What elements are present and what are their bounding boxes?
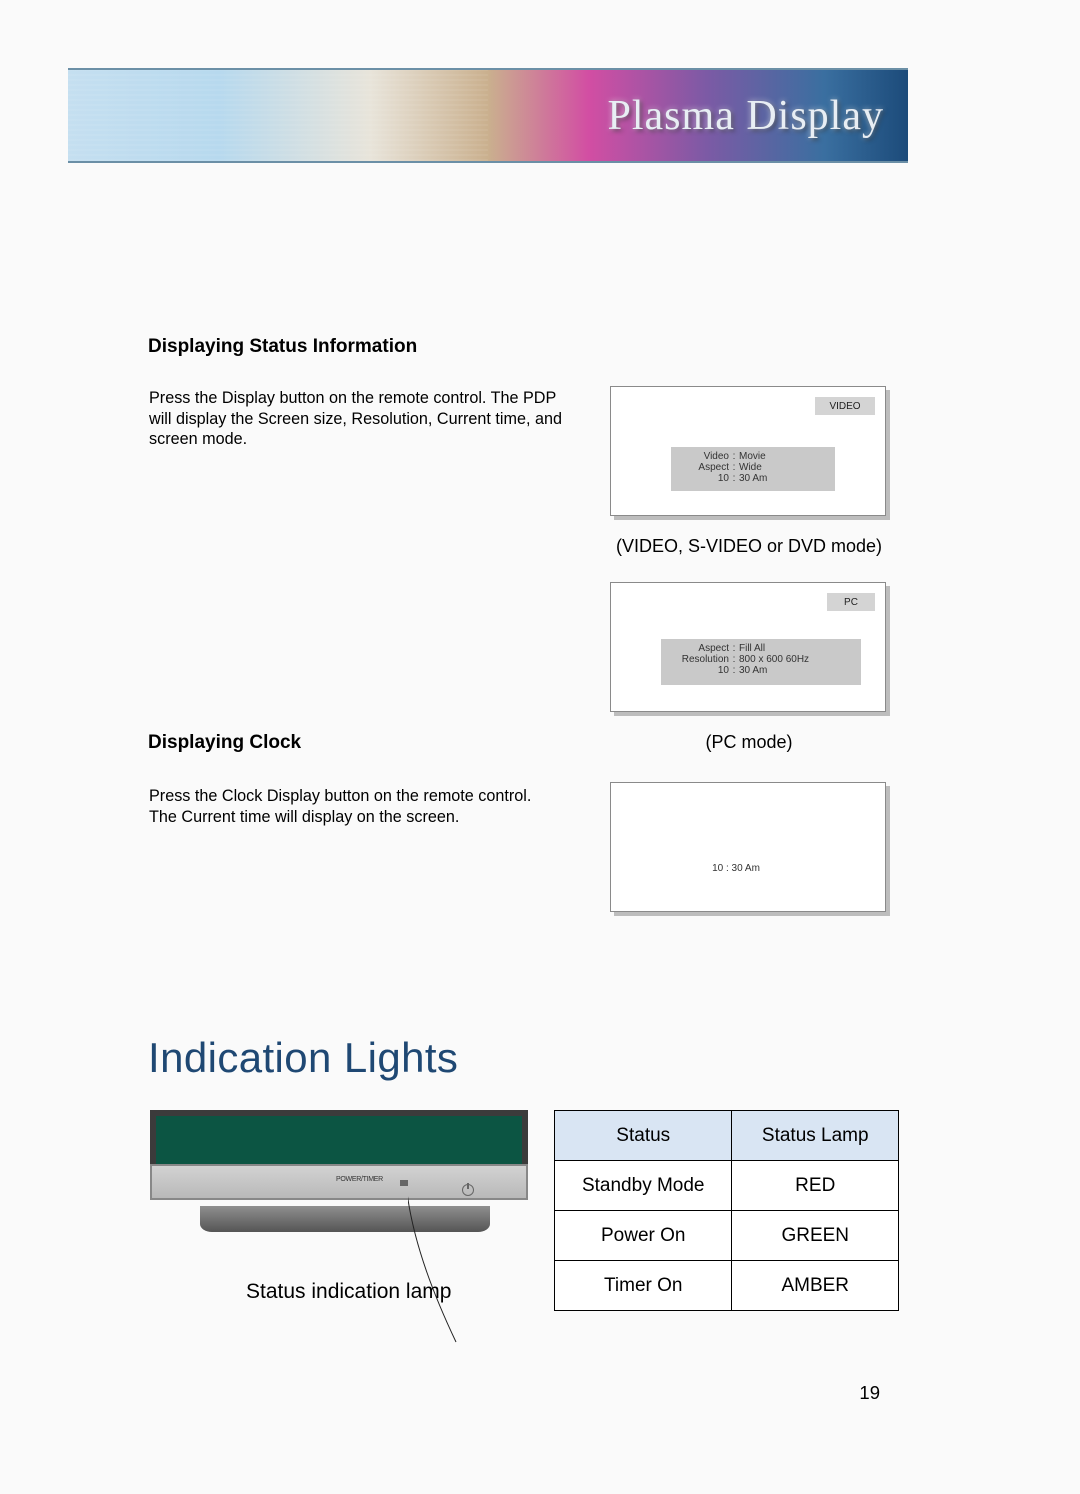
pdp-stand-base <box>200 1206 490 1232</box>
osd-screenshot-video: VIDEO Video : Movie Aspect : Wide 10 : 3… <box>610 386 886 516</box>
pdp-screen-edge <box>150 1110 528 1164</box>
power-icon <box>462 1184 474 1196</box>
osd-row: Aspect : Fill All <box>667 643 855 654</box>
osd-row: Aspect : Wide <box>677 462 829 473</box>
table-row: Power On GREEN <box>555 1211 899 1261</box>
osd-label: 10 <box>667 665 729 676</box>
mode-label-video: VIDEO <box>815 397 875 415</box>
osd-label: 10 <box>677 473 729 484</box>
table-row: Timer On AMBER <box>555 1261 899 1311</box>
body-displaying-status: Press the Display button on the remote c… <box>149 388 569 450</box>
osd-row: Video : Movie <box>677 451 829 462</box>
caption-status-indication-lamp: Status indication lamp <box>246 1280 451 1304</box>
heading-displaying-clock: Displaying Clock <box>148 732 301 754</box>
page-number: 19 <box>859 1382 880 1404</box>
osd-screenshot-clock: 10 : 30 Am <box>610 782 886 912</box>
cell-lamp: AMBER <box>732 1261 899 1311</box>
table-row: Standby Mode RED <box>555 1161 899 1211</box>
table-header-row: Status Status Lamp <box>555 1111 899 1161</box>
table-header-status: Status <box>555 1111 732 1161</box>
body-displaying-clock: Press the Clock Display button on the re… <box>149 786 579 827</box>
osd-value: 800 x 600 60Hz <box>739 654 855 665</box>
osd-value: 30 Am <box>739 665 855 676</box>
osd-sep: : <box>729 654 739 665</box>
cell-status: Power On <box>555 1211 732 1261</box>
osd-value: Wide <box>739 462 829 473</box>
osd-value: Movie <box>739 451 829 462</box>
osd-row: Resolution : 800 x 600 60Hz <box>667 654 855 665</box>
header-banner: Plasma Display <box>68 68 908 163</box>
pdp-illustration: POWER/TIMER <box>150 1110 528 1240</box>
osd-row: 10 : 30 Am <box>667 665 855 676</box>
osd-value: Fill All <box>739 643 855 654</box>
mode-label-pc: PC <box>827 593 875 611</box>
table-header-lamp: Status Lamp <box>732 1111 899 1161</box>
cell-status: Standby Mode <box>555 1161 732 1211</box>
caption-video-mode: (VIDEO, S-VIDEO or DVD mode) <box>606 536 892 557</box>
heading-indication-lights: Indication Lights <box>148 1034 458 1082</box>
heading-displaying-status: Displaying Status Information <box>148 336 417 358</box>
cell-status: Timer On <box>555 1261 732 1311</box>
cell-lamp: GREEN <box>732 1211 899 1261</box>
osd-sep: : <box>729 665 739 676</box>
cell-lamp: RED <box>732 1161 899 1211</box>
banner-texture <box>68 70 488 161</box>
osd-sep: : <box>729 451 739 462</box>
osd-label: Aspect <box>677 462 729 473</box>
osd-sep: : <box>729 462 739 473</box>
pdp-status-lamp-indicator <box>400 1180 408 1186</box>
osd-info-box-video: Video : Movie Aspect : Wide 10 : 30 Am <box>671 447 835 491</box>
osd-clock-text: 10 : 30 Am <box>671 863 801 874</box>
pdp-power-timer-label: POWER/TIMER <box>336 1176 383 1183</box>
osd-info-box-pc: Aspect : Fill All Resolution : 800 x 600… <box>661 639 861 685</box>
status-lamp-table: Status Status Lamp Standby Mode RED Powe… <box>554 1110 899 1311</box>
caption-pc-mode: (PC mode) <box>606 732 892 753</box>
osd-sep: : <box>729 643 739 654</box>
osd-screenshot-pc: PC Aspect : Fill All Resolution : 800 x … <box>610 582 886 712</box>
document-page: Plasma Display Displaying Status Informa… <box>0 0 1080 1494</box>
osd-label: Video <box>677 451 729 462</box>
osd-row: 10 : 30 Am <box>677 473 829 484</box>
osd-label: Resolution <box>667 654 729 665</box>
osd-label: Aspect <box>667 643 729 654</box>
banner-title: Plasma Display <box>608 92 884 140</box>
osd-value: 30 Am <box>739 473 829 484</box>
osd-sep: : <box>729 473 739 484</box>
